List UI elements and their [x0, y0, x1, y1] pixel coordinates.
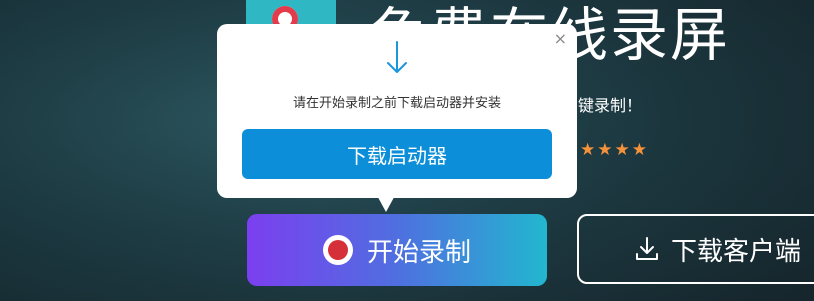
- start-recording-button[interactable]: 开始录制: [247, 214, 547, 286]
- download-launcher-button[interactable]: 下载启动器: [242, 129, 552, 179]
- popup-message: 请在开始录制之前下载启动器并安装: [292, 96, 501, 111]
- download-client-button[interactable]: 下载客户端: [577, 214, 814, 284]
- download-launcher-popup: × 请在开始录制之前下载启动器并安装 下载启动器: [217, 24, 577, 198]
- download-client-label: 下载客户端: [671, 236, 802, 267]
- close-icon[interactable]: ×: [554, 31, 567, 47]
- hero-subtitle: 键录制！: [578, 96, 643, 115]
- download-arrow-icon: [387, 41, 407, 73]
- record-icon: [322, 235, 353, 265]
- download-tray-icon: [636, 237, 658, 260]
- rating-stars: ★★★★: [580, 140, 649, 160]
- start-recording-label: 开始录制: [366, 237, 471, 268]
